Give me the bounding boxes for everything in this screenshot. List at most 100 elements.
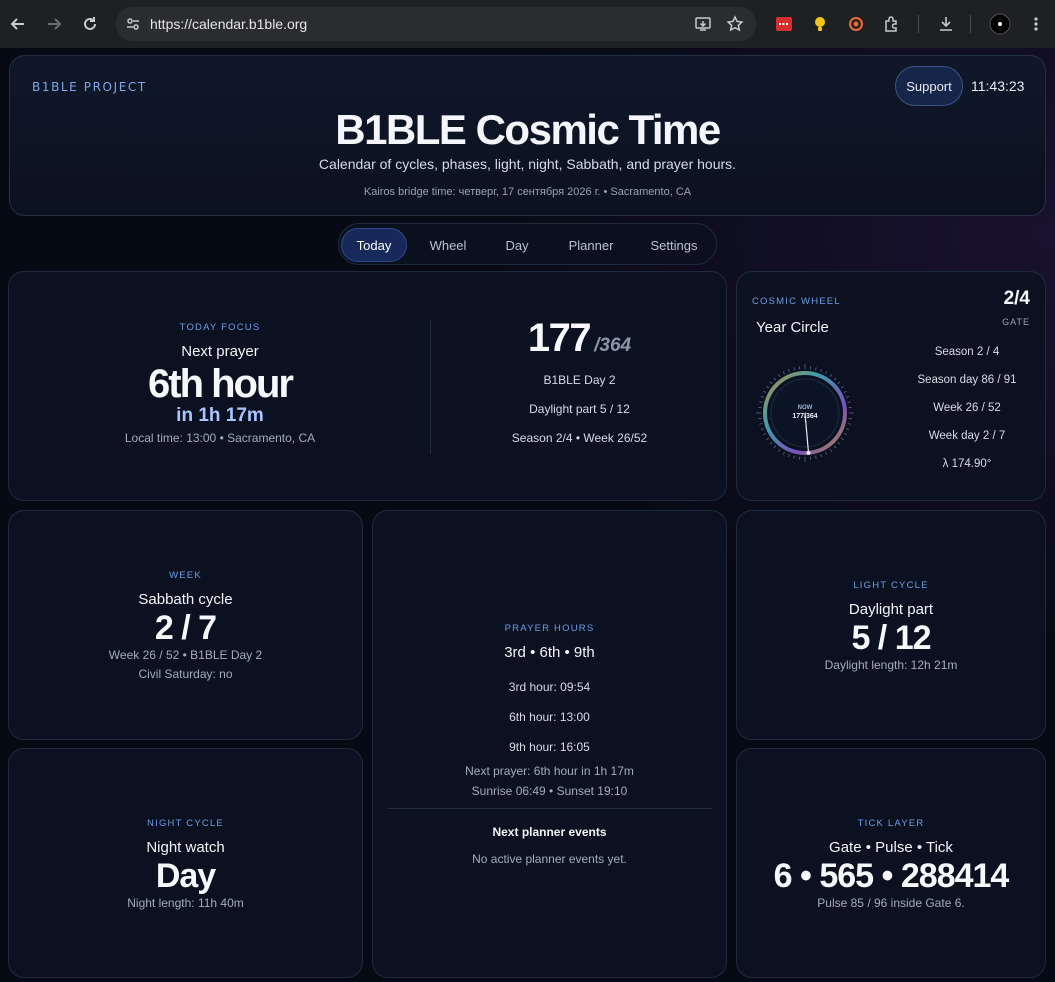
prayer-6th-hour: 6th hour: 13:00 [509, 710, 590, 724]
app-page: B1BLE PROJECT Support 11:43:23 B1BLE Cos… [0, 48, 1055, 982]
prayer-countdown: in 1h 17m [176, 405, 264, 426]
pulse-meta: Pulse 85 / 96 inside Gate 6. [817, 896, 965, 910]
site-settings-icon[interactable] [116, 16, 150, 32]
wheel-tick [847, 401, 851, 403]
wheel-tick [760, 428, 765, 431]
wheel-tick [782, 371, 785, 375]
lightbulb-icon[interactable] [808, 12, 832, 36]
wheel-tick [825, 451, 828, 455]
support-button[interactable]: Support [895, 66, 963, 106]
extension-red-icon[interactable] [772, 12, 796, 36]
profile-avatar-icon[interactable] [988, 12, 1012, 36]
tab-today[interactable]: Today [341, 228, 407, 262]
wheel-tick [843, 390, 847, 393]
wheel-tick [843, 433, 847, 436]
wheel-season: Season 2 / 4 [934, 346, 1000, 358]
wheel-tick [793, 367, 795, 371]
next-prayer-hour: 6th hour [148, 362, 294, 406]
bookmark-star-icon[interactable] [726, 15, 744, 37]
focus-title: Next prayer [181, 343, 259, 360]
next-prayer: Next prayer: 6th hour in 1h 17m [465, 764, 634, 778]
prayer-9th-hour: 9th hour: 16:05 [509, 740, 590, 754]
wheel-tick [837, 441, 841, 445]
daylight-part: Daylight part 5 / 12 [529, 402, 630, 416]
browser-toolbar: https://calendar.b1ble.org [0, 0, 1055, 48]
downloads-icon[interactable] [934, 12, 958, 36]
light-label: LIGHT CYCLE [853, 580, 929, 591]
menu-kebab-icon[interactable] [1024, 12, 1048, 36]
back-icon[interactable] [0, 6, 36, 42]
wheel-tick [820, 453, 823, 458]
year-circle-wheel[interactable]: NOW 177/364 [755, 363, 855, 463]
wheel-tick [845, 428, 850, 431]
wheel-tick [815, 367, 817, 371]
reload-icon[interactable] [72, 6, 108, 42]
wheel-tick [777, 448, 781, 452]
prayer-title: 3rd • 6th • 9th [504, 644, 595, 661]
wheel-tick [793, 455, 795, 459]
toolbar-divider [918, 15, 919, 33]
week-title: Sabbath cycle [138, 591, 233, 608]
url-text[interactable]: https://calendar.b1ble.org [150, 16, 307, 32]
night-cycle-card: NIGHT CYCLE Night watch Day Night length… [8, 748, 363, 978]
day-of-year: 177 [527, 316, 592, 360]
tick-layer-card: TICK LAYER Gate • Pulse • Tick 6 • 565 •… [736, 748, 1046, 978]
install-app-icon[interactable] [694, 15, 712, 37]
local-time: Local time: 13:00 • Sacramento, CA [124, 431, 316, 445]
wheel-tick [769, 381, 773, 385]
week-label: WEEK [169, 570, 202, 581]
forward-icon[interactable] [36, 6, 72, 42]
wheel-tick [833, 377, 837, 381]
night-label: NIGHT CYCLE [147, 818, 224, 829]
prayer-3rd-hour: 3rd hour: 09:54 [508, 680, 591, 694]
wheel-tick [769, 441, 773, 445]
hero-header: B1BLE PROJECT Support 11:43:23 B1BLE Cos… [9, 55, 1046, 216]
tick-title: Gate • Pulse • Tick [829, 839, 953, 856]
civil-saturday: Civil Saturday: no [138, 667, 233, 681]
planner-empty-state: No active planner events yet. [472, 852, 627, 866]
sunrise-sunset: Sunrise 06:49 • Sunset 19:10 [471, 784, 628, 798]
wheel-tick [763, 390, 767, 393]
address-bar[interactable]: https://calendar.b1ble.org [116, 7, 756, 41]
record-icon[interactable] [844, 12, 868, 36]
wheel-now-label: NOW [798, 405, 813, 411]
week-card: WEEK Sabbath cycle 2 / 7 Week 26 / 52 • … [8, 510, 363, 740]
tab-day[interactable]: Day [485, 228, 549, 262]
tab-settings[interactable]: Settings [633, 228, 715, 262]
week-meta: Week 26 / 52 • B1BLE Day 2 [108, 648, 263, 662]
tick-label: TICK LAYER [857, 818, 925, 829]
prayer-label: PRAYER HOURS [504, 623, 595, 634]
daylight-part-value: 5 / 12 [851, 619, 931, 657]
wheel-tick [782, 451, 785, 455]
wheel-week: Week 26 / 52 [933, 402, 1001, 414]
page-title: B1BLE Cosmic Time [335, 106, 721, 153]
tab-wheel[interactable]: Wheel [415, 228, 481, 262]
wheel-tick [825, 371, 828, 375]
wheel-tick [840, 437, 844, 441]
gate-label: GATE [1002, 317, 1030, 327]
wheel-tick [847, 423, 851, 425]
brand-label: B1BLE PROJECT [32, 80, 147, 94]
wheel-tick [759, 401, 763, 403]
wheel-tick [766, 437, 770, 441]
prayer-hours-card: PRAYER HOURS 3rd • 6th • 9th 3rd hour: 0… [372, 510, 727, 978]
wheel-tick [787, 368, 790, 373]
sabbath-cycle-value: 2 / 7 [154, 609, 217, 647]
wheel-tick [815, 455, 817, 459]
view-tabs: Today Wheel Day Planner Settings [338, 223, 717, 265]
focus-label: TODAY FOCUS [179, 322, 261, 333]
extensions-puzzle-icon[interactable] [880, 12, 904, 36]
wheel-tick [760, 395, 765, 398]
wheel-tick [829, 374, 833, 378]
daylight-length: Daylight length: 12h 21m [824, 658, 958, 672]
light-cycle-card: LIGHT CYCLE Daylight part 5 / 12 Dayligh… [736, 510, 1046, 740]
gate-pulse-tick-value: 6 • 565 • 288414 [773, 857, 1010, 895]
wheel-title: Year Circle [756, 319, 829, 336]
wheel-now-marker [806, 450, 811, 455]
wheel-label: COSMIC WHEEL [752, 296, 841, 307]
season-week: Season 2/4 • Week 26/52 [511, 431, 648, 445]
wheel-tick [833, 445, 837, 449]
wheel-tick [773, 377, 777, 381]
tab-planner[interactable]: Planner [553, 228, 629, 262]
bible-day: B1BLE Day 2 [543, 373, 616, 387]
